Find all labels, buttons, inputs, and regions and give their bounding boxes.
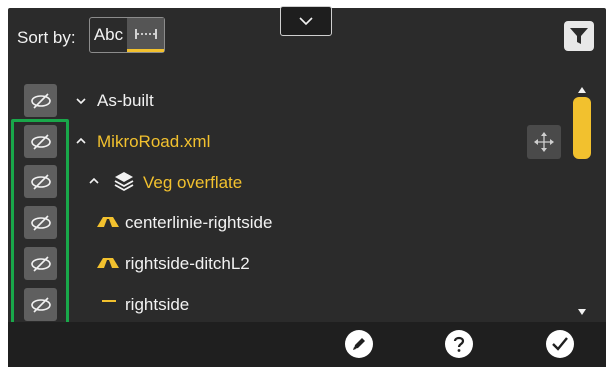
- pencil-icon: [353, 338, 365, 350]
- tree-item-rightside-ditchl2[interactable]: rightside-ditchL2: [125, 254, 250, 274]
- collapse-panel-button[interactable]: [280, 6, 332, 36]
- edit-button[interactable]: [345, 330, 373, 358]
- scrollbar-thumb[interactable]: [573, 97, 591, 159]
- sort-by-label: Sort by:: [17, 28, 76, 47]
- surface-icon: [97, 258, 119, 268]
- move-button[interactable]: [527, 125, 561, 159]
- tree-item-centerlinie-rightside[interactable]: centerlinie-rightside: [125, 213, 272, 233]
- tree-item-veg-overflate[interactable]: Veg overflate: [143, 173, 242, 193]
- visibility-toggle-as-built[interactable]: [24, 84, 57, 117]
- chevron-up-icon[interactable]: [74, 134, 88, 148]
- bottom-toolbar: [8, 322, 606, 367]
- tree-item-as-built[interactable]: As-built: [97, 91, 154, 111]
- tree-item-mikroroad[interactable]: MikroRoad.xml: [97, 132, 210, 152]
- surface-icon: [97, 217, 119, 227]
- sort-alphabetical-button[interactable]: Abc: [90, 18, 127, 52]
- checkmark-icon: [552, 337, 568, 351]
- question-icon: [453, 336, 465, 352]
- sort-distance-button[interactable]: [127, 18, 164, 52]
- line-icon: [102, 300, 116, 302]
- scroll-down-arrow-icon[interactable]: [577, 308, 587, 316]
- distance-sort-icon: [134, 28, 157, 39]
- tree-item-rightside[interactable]: rightside: [125, 295, 189, 315]
- chevron-down-icon: [299, 17, 313, 26]
- filter-button[interactable]: [564, 21, 594, 51]
- move-arrows-icon: [534, 132, 554, 152]
- chevron-down-icon[interactable]: [74, 94, 88, 108]
- confirm-button[interactable]: [546, 330, 574, 358]
- scroll-up-arrow-icon[interactable]: [577, 86, 587, 94]
- chevron-up-icon[interactable]: [87, 174, 101, 188]
- layers-icon: [114, 172, 134, 192]
- visibility-toggles-highlight: [11, 119, 69, 328]
- eye-hidden-icon: [30, 92, 51, 109]
- sort-options: Abc: [89, 17, 165, 53]
- help-button[interactable]: [445, 330, 473, 358]
- filter-icon: [570, 28, 588, 44]
